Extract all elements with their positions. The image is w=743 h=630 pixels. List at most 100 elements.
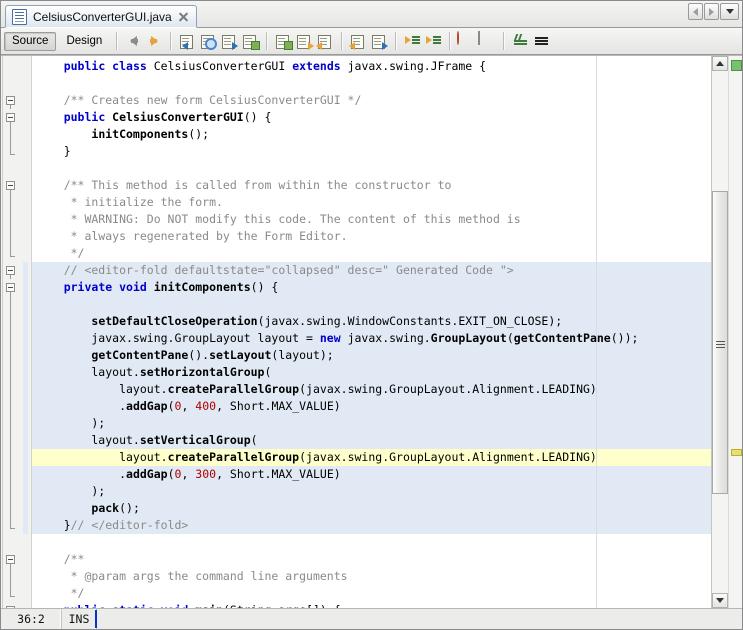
fold-gutter[interactable]: [1, 56, 32, 608]
editor-pane: public class CelsiusConverterGUI extends…: [1, 55, 742, 608]
toggle-bookmark-icon[interactable]: [274, 32, 294, 51]
fold-toggle-icon[interactable]: [6, 555, 15, 564]
previous-error-icon[interactable]: [349, 32, 368, 51]
stop-macro-recording-icon[interactable]: [478, 30, 497, 51]
code-line: // <editor-fold defaultstate="collapsed"…: [36, 263, 514, 277]
fold-range-line: [10, 211, 11, 228]
annotation-mark-yellow[interactable]: [731, 449, 742, 456]
code-line: layout.createParallelGroup(javax.swing.G…: [36, 450, 597, 464]
fold-range-line: [10, 466, 11, 483]
back-icon[interactable]: [124, 32, 143, 51]
error-stripe-column[interactable]: [728, 56, 742, 608]
chevron-right-icon: [709, 7, 714, 16]
find-next-icon[interactable]: [220, 32, 239, 51]
guarded-block-gutter-mark: [23, 415, 28, 432]
toggle-highlight-icon[interactable]: [199, 32, 218, 51]
document-tab-bar: CelsiusConverterGUI.java: [1, 1, 742, 28]
fold-toggle-icon[interactable]: [6, 96, 15, 105]
comment-icon[interactable]: [511, 32, 530, 51]
guarded-block-gutter-mark: [23, 449, 28, 466]
tab-next-button[interactable]: [704, 3, 719, 20]
code-line: .addGap(0, 400, Short.MAX_VALUE): [36, 399, 341, 413]
tab-prev-button[interactable]: [688, 3, 703, 20]
code-line: layout.setVerticalGroup(: [36, 433, 258, 447]
fold-range-line: [10, 483, 11, 500]
scrollbar-thumb[interactable]: [712, 191, 728, 494]
fold-range-line: [10, 381, 11, 398]
code-line: layout.createParallelGroup(javax.swing.G…: [36, 382, 597, 396]
forward-icon[interactable]: [145, 32, 164, 51]
code-line: */: [36, 586, 85, 600]
close-icon[interactable]: [178, 11, 189, 22]
vertical-scrollbar[interactable]: [711, 56, 728, 608]
fold-range-line: [10, 313, 11, 330]
shift-line-left-icon[interactable]: [403, 32, 422, 51]
fold-range-line: [10, 143, 11, 154]
fold-range-line: [10, 517, 11, 528]
fold-range-line: [10, 228, 11, 245]
source-view-button[interactable]: Source: [4, 31, 57, 51]
fold-range-line: [10, 364, 11, 381]
find-previous-icon[interactable]: [241, 32, 261, 51]
toolbar-separator: [341, 32, 344, 50]
fold-range-line: [10, 105, 11, 109]
fold-range-line: [10, 585, 11, 596]
code-line: getContentPane().setLayout(layout);: [91, 348, 334, 362]
fold-toggle-icon[interactable]: [6, 283, 15, 292]
editor-toolbar: Source Design: [1, 28, 742, 55]
fold-toggle-icon[interactable]: [6, 606, 15, 608]
shift-line-right-icon[interactable]: [424, 32, 443, 51]
guarded-block-gutter-mark: [23, 330, 28, 347]
java-file-icon: [12, 8, 27, 25]
fold-range-line: [10, 190, 11, 194]
chevron-down-icon: [725, 9, 734, 14]
toolbar-separator: [266, 32, 269, 50]
annotation-mark-green[interactable]: [731, 60, 742, 71]
caret-position-cell[interactable]: 36:2: [1, 609, 62, 629]
code-line: }: [36, 144, 71, 158]
code-text-area[interactable]: public class CelsiusConverterGUI extends…: [32, 56, 711, 608]
code-line: );: [36, 484, 106, 498]
find-selection-icon[interactable]: [178, 32, 197, 51]
next-error-icon[interactable]: [370, 32, 389, 51]
fold-range-line: [10, 568, 11, 585]
design-view-button[interactable]: Design: [58, 32, 110, 51]
previous-bookmark-icon[interactable]: [316, 32, 335, 51]
scroll-up-button[interactable]: [712, 56, 728, 71]
fold-toggle-icon[interactable]: [6, 181, 15, 190]
start-macro-recording-icon[interactable]: [457, 30, 476, 51]
scroll-down-button[interactable]: [712, 593, 728, 608]
toolbar-separator: [170, 32, 173, 50]
guarded-block-gutter-mark: [23, 262, 28, 279]
insert-mode-cell[interactable]: INS: [62, 609, 97, 629]
fold-range-line: [10, 122, 11, 126]
fold-range-line: [10, 564, 11, 568]
guarded-block-gutter-mark: [23, 466, 28, 483]
guarded-block-gutter-mark: [23, 347, 28, 364]
guarded-block-gutter-mark: [23, 279, 28, 296]
code-line: private void initComponents() {: [63, 280, 279, 294]
code-line: }// </editor-fold>: [36, 518, 189, 532]
code-line: initComponents();: [91, 127, 210, 141]
code-line: /**: [36, 552, 85, 566]
status-bar: 36:2 INS: [1, 608, 742, 629]
fold-range-end: [10, 595, 15, 597]
guarded-block-gutter-mark: [23, 296, 28, 313]
fold-range-line: [10, 126, 11, 143]
fold-toggle-icon[interactable]: [6, 266, 15, 275]
fold-range-end: [10, 255, 15, 257]
next-bookmark-icon[interactable]: [295, 32, 315, 51]
tab-list-button[interactable]: [720, 3, 739, 20]
guarded-block-gutter-mark: [23, 500, 28, 517]
uncomment-icon[interactable]: [532, 32, 551, 51]
code-line: pack();: [91, 501, 140, 515]
code-text-layer: public class CelsiusConverterGUI extends…: [32, 56, 711, 608]
document-tab-celsiusconvertergui[interactable]: CelsiusConverterGUI.java: [5, 5, 197, 28]
code-line: * initialize the form.: [36, 195, 223, 209]
scrollbar-track[interactable]: [712, 71, 728, 593]
guarded-block-gutter-mark: [23, 398, 28, 415]
status-message-cell: [97, 609, 742, 629]
guarded-block-gutter-mark: [23, 432, 28, 449]
fold-toggle-icon[interactable]: [6, 113, 15, 122]
code-line: public static void main(String args[]) {: [36, 602, 341, 608]
